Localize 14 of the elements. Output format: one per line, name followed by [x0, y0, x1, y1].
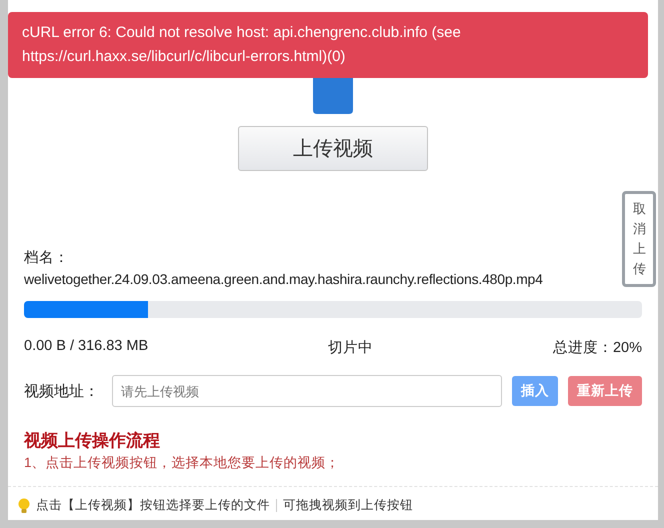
guide-title: 视频上传操作流程: [24, 430, 161, 452]
upload-status: 切片中: [328, 339, 374, 357]
upload-size: 0.00 B / 316.83 MB: [24, 338, 148, 356]
lightbulb-icon: [18, 498, 30, 514]
file-name: welivetogether.24.09.03.ameena.green.and.may.hashira.raunchy.reflections.480p.mp4: [24, 271, 544, 287]
error-toast: cURL error 6: Could not resolve host: api.chengrenc.club.info (see https://curl.haxx.se/libcurl/c/libcurl-errors.html)(0): [8, 12, 648, 78]
footer-drag-hint: 可拖拽视频到上传按钮: [283, 497, 413, 514]
cancel-upload-button[interactable]: 取消上传: [622, 191, 656, 287]
guide-step: 1、点击上传视频按钮，选择本地您要上传的视频；: [24, 454, 642, 472]
video-url-field[interactable]: 请先上传视频: [112, 375, 502, 407]
upload-video-button[interactable]: 上传视频: [238, 126, 428, 171]
video-url-label: 视频地址：: [24, 382, 100, 400]
file-label: 档名：: [24, 249, 70, 267]
footer-hint: 点击【上传视频】按钮选择要上传的文件: [36, 497, 270, 514]
